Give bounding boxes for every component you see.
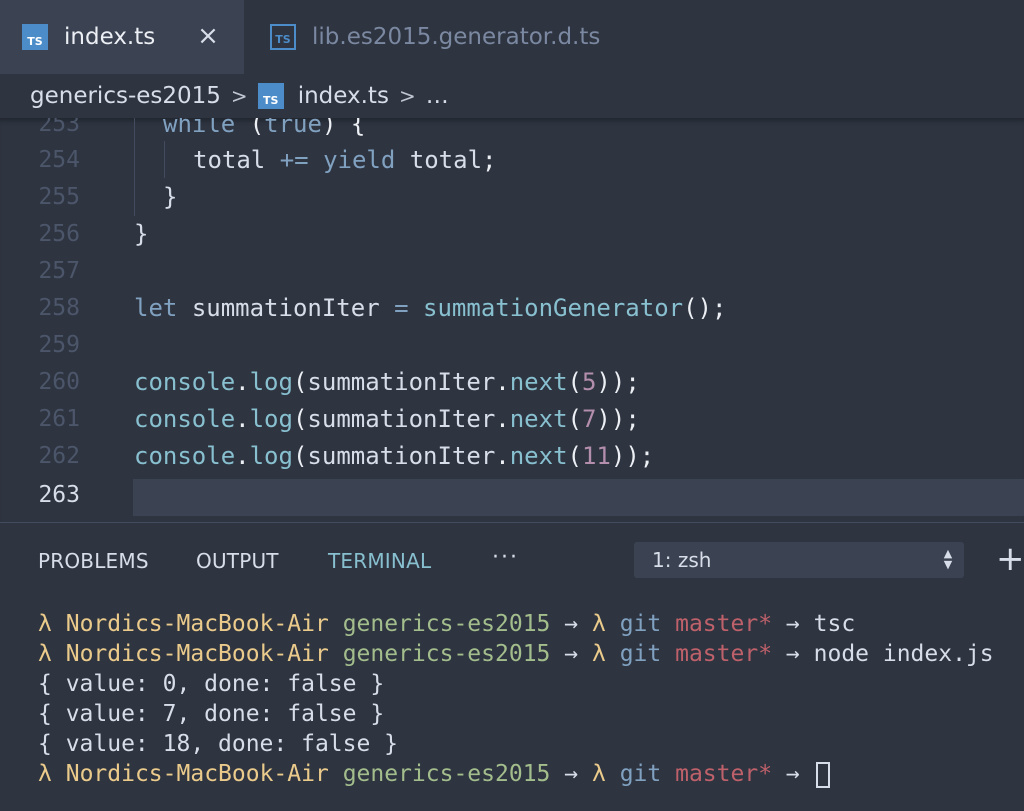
bottom-panel: PROBLEMS OUTPUT TERMINAL ··· 1: zsh ▲ ▼ +… bbox=[0, 522, 1024, 811]
indent-guide bbox=[164, 141, 165, 178]
indent-guide bbox=[134, 118, 135, 216]
line-number: 254 bbox=[38, 147, 80, 173]
breadcrumb-more[interactable]: … bbox=[426, 83, 449, 109]
terminal-command: node index.js bbox=[813, 641, 994, 667]
terminal-cursor bbox=[815, 761, 830, 788]
tab-problems[interactable]: PROBLEMS bbox=[38, 549, 149, 573]
line-number: 253 bbox=[38, 118, 80, 137]
breadcrumb-folder[interactable]: generics-es2015 bbox=[30, 83, 221, 109]
typescript-file-icon: TS bbox=[257, 83, 284, 109]
tab-label: lib.es2015.generator.d.ts bbox=[312, 24, 601, 50]
code-line: } bbox=[134, 220, 149, 248]
line-number: 255 bbox=[38, 184, 80, 210]
tab-index-ts[interactable]: TS index.ts × bbox=[0, 0, 244, 74]
breadcrumb: generics-es2015 > TS index.ts > … bbox=[0, 74, 1024, 118]
terminal-line: λ Nordics-MacBook-Air generics-es2015 → … bbox=[38, 641, 994, 667]
terminal-output: { value: 18, done: false } bbox=[38, 731, 399, 757]
tab-bar: TS index.ts × TS lib.es2015.generator.d.… bbox=[0, 0, 1024, 75]
line-number-current: 263 bbox=[38, 482, 80, 508]
more-actions-icon[interactable]: ··· bbox=[492, 545, 519, 570]
code-line: } bbox=[163, 183, 178, 211]
tab-label: index.ts bbox=[64, 24, 156, 50]
terminal-select[interactable]: 1: zsh ▲ ▼ bbox=[634, 542, 964, 578]
tab-terminal[interactable]: TERMINAL bbox=[328, 549, 431, 573]
terminal-output: { value: 7, done: false } bbox=[38, 701, 385, 727]
current-line-highlight bbox=[133, 479, 1024, 516]
code-line: total += yield total; bbox=[193, 146, 497, 174]
chevron-right-icon: > bbox=[398, 84, 416, 108]
code-line: let summationIter = summationGenerator()… bbox=[134, 294, 727, 322]
breadcrumb-file[interactable]: index.ts bbox=[298, 83, 389, 109]
tab-lib-es2015-generator[interactable]: TS lib.es2015.generator.d.ts bbox=[244, 0, 624, 74]
line-number: 261 bbox=[38, 406, 80, 432]
code-editor[interactable]: 253 while (true) { 254 total += yield to… bbox=[0, 118, 1024, 522]
select-arrows-icon: ▲ ▼ bbox=[943, 547, 953, 571]
code-token: while bbox=[163, 118, 236, 138]
code-line: console.log(summationIter.next(7)); bbox=[134, 405, 640, 433]
line-number: 259 bbox=[38, 332, 80, 358]
chevron-right-icon: > bbox=[230, 84, 248, 108]
line-number: 262 bbox=[38, 443, 80, 469]
close-icon[interactable]: × bbox=[194, 22, 222, 50]
typescript-file-icon: TS bbox=[270, 24, 296, 50]
terminal-output: { value: 0, done: false } bbox=[38, 671, 385, 697]
line-number: 260 bbox=[38, 369, 80, 395]
terminal-line: λ Nordics-MacBook-Air generics-es2015 → … bbox=[38, 611, 856, 637]
code-line: console.log(summationIter.next(5)); bbox=[134, 368, 640, 396]
typescript-file-icon: TS bbox=[22, 24, 48, 50]
terminal-command: tsc bbox=[813, 611, 856, 637]
line-number: 258 bbox=[38, 295, 80, 321]
add-terminal-button[interactable]: + bbox=[996, 541, 1024, 577]
tab-output[interactable]: OUTPUT bbox=[196, 549, 279, 573]
code-line: console.log(summationIter.next(11)); bbox=[134, 442, 655, 470]
terminal-select-value: 1: zsh bbox=[652, 548, 712, 572]
code-line: while (true) { bbox=[163, 118, 365, 143]
line-number: 256 bbox=[38, 221, 80, 247]
line-number: 257 bbox=[38, 258, 80, 284]
terminal-prompt-current[interactable]: λ Nordics-MacBook-Air generics-es2015 → … bbox=[38, 759, 830, 789]
